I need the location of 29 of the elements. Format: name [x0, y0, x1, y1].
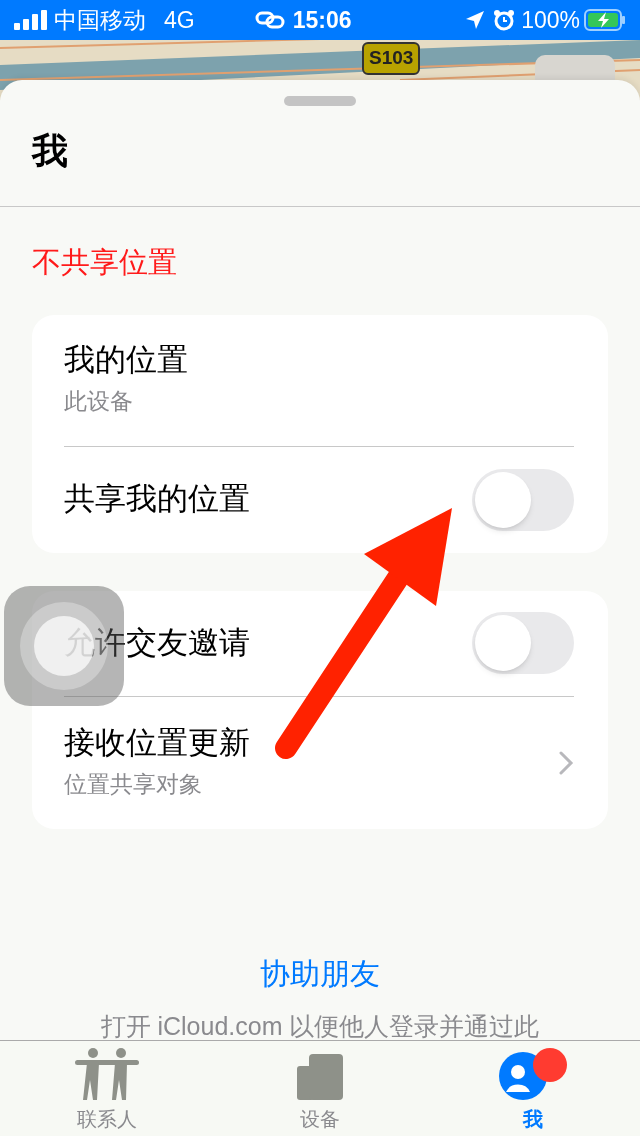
sheet-title: 我 — [32, 129, 69, 173]
location-arrow-icon — [465, 10, 486, 30]
carrier-name: 中国移动 — [54, 5, 146, 35]
battery-charging-icon — [584, 9, 626, 31]
signal-icon — [14, 10, 48, 30]
clock-time: 15:06 — [292, 5, 352, 35]
tab-item[interactable]: 联系人 — [0, 1041, 214, 1136]
battery-percent: 100% — [521, 5, 580, 35]
row-title: 接收位置更新 — [64, 723, 251, 762]
network-type: 4G — [164, 5, 195, 35]
devices-icon — [297, 1054, 343, 1100]
row-subtitle: 此设备 — [64, 387, 134, 417]
tab-item[interactable]: 我 — [426, 1041, 640, 1136]
people-icon — [74, 1048, 139, 1100]
chevron-icon — [558, 749, 574, 776]
location-sharing-icon — [497, 1048, 570, 1100]
row-title: 我的位置 — [64, 341, 189, 380]
row-subtitle: 位置共享对象 — [64, 769, 203, 799]
link-icon — [254, 11, 285, 29]
row-title: 允许交友邀请 — [64, 623, 251, 662]
assistive-touch-button[interactable] — [4, 586, 124, 706]
section-header: 不共享位置 — [32, 245, 178, 280]
alarm-icon — [493, 9, 516, 31]
tab-item[interactable]: 设备 — [213, 1041, 427, 1136]
help-friend-link[interactable]: 协助朋友 — [260, 950, 380, 996]
road-badge: S103 — [362, 42, 421, 75]
row-title: 共享我的位置 — [64, 480, 251, 519]
help-text: 打开 iCloud.com 以便他人登录并通过此 — [100, 1010, 540, 1042]
drag-handle[interactable] — [284, 96, 356, 106]
